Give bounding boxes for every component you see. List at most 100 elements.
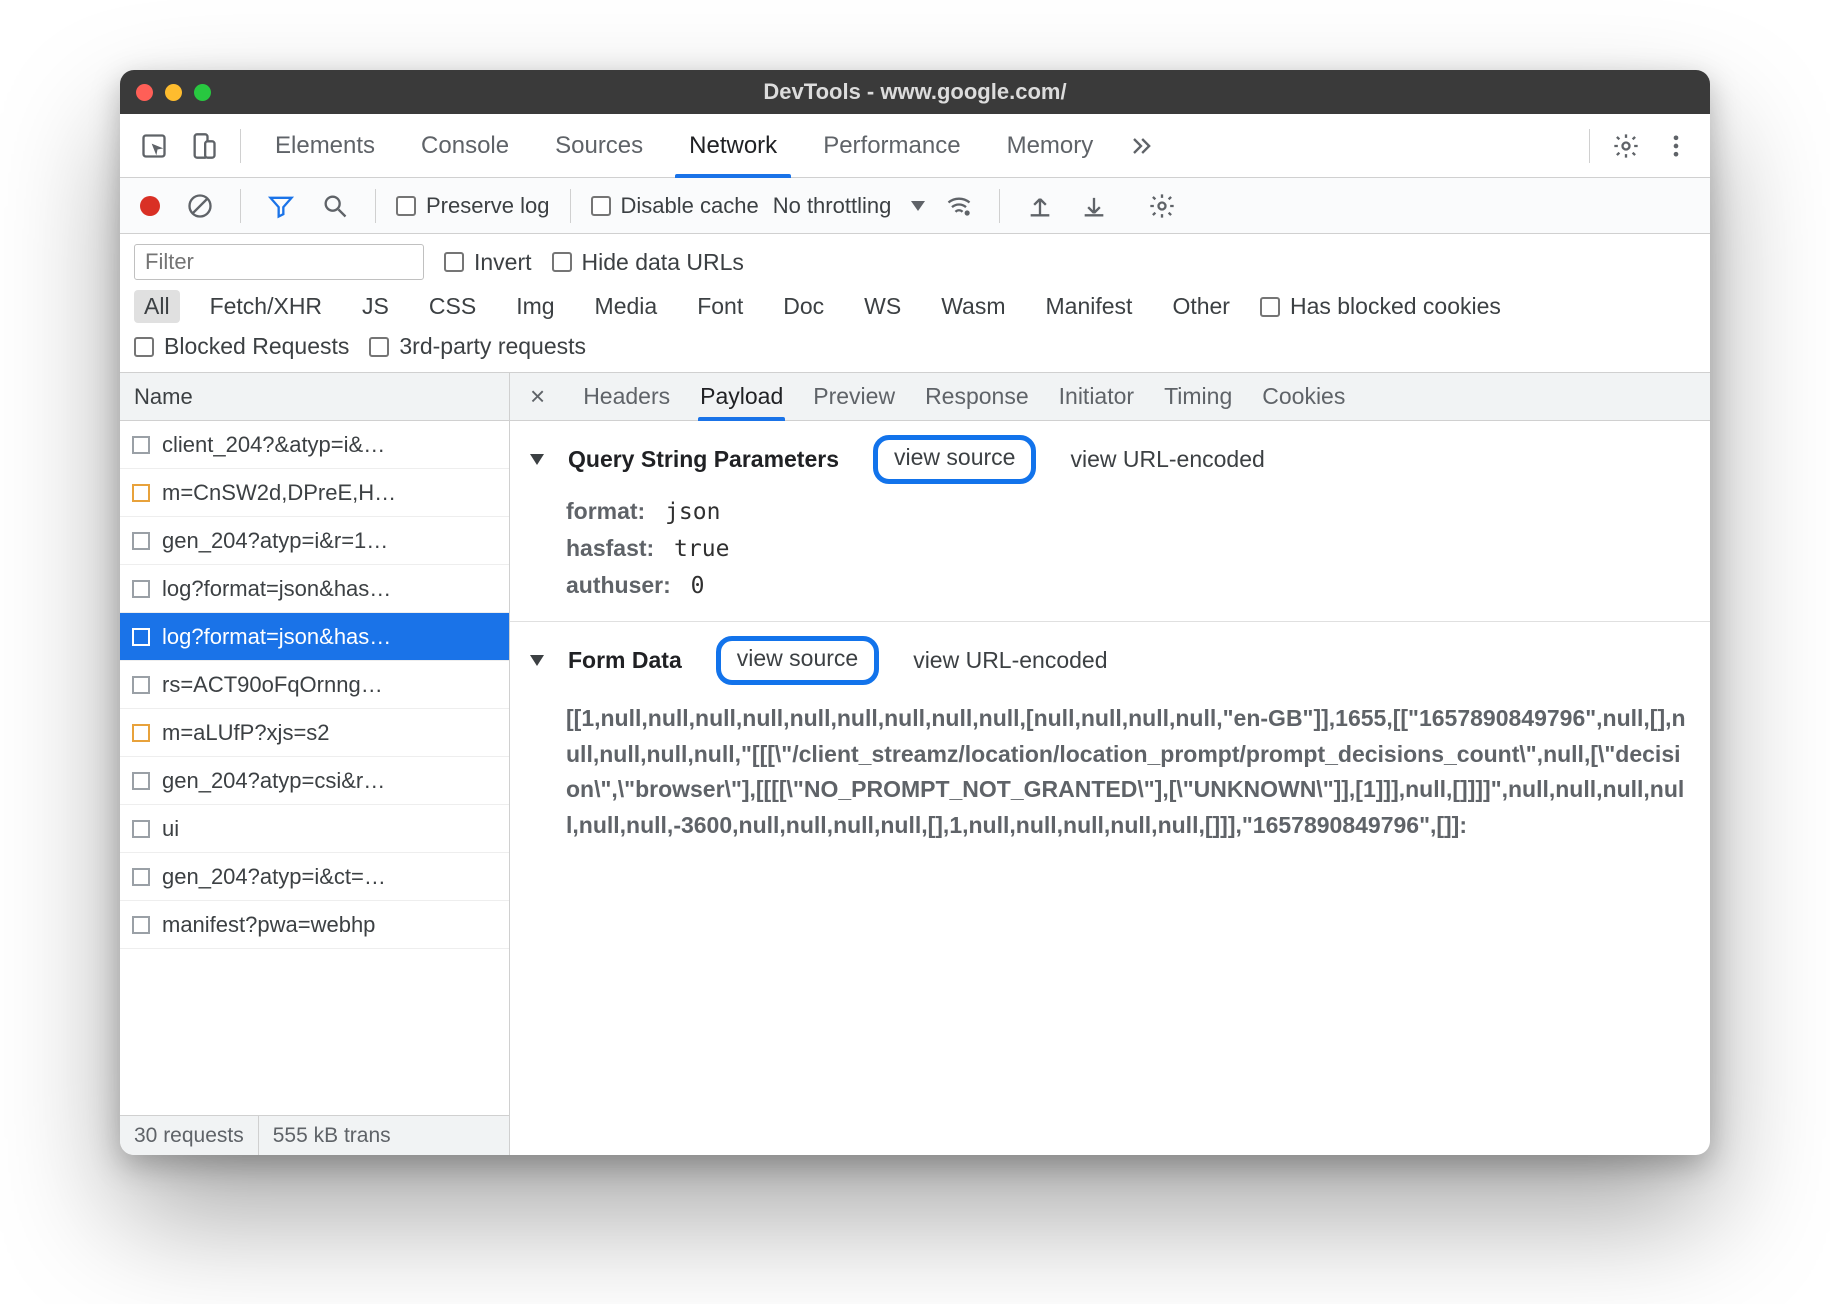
- preserve-log-checkbox[interactable]: Preserve log: [396, 193, 550, 219]
- inspect-element-icon[interactable]: [134, 126, 174, 166]
- request-row[interactable]: gen_204?atyp=i&ct=…: [120, 853, 509, 901]
- request-row[interactable]: m=CnSW2d,DPreE,H…: [120, 469, 509, 517]
- dtab-headers[interactable]: Headers: [583, 373, 670, 420]
- network-conditions-icon[interactable]: [939, 186, 979, 226]
- network-settings-gear-icon[interactable]: [1142, 186, 1182, 226]
- type-chip-doc[interactable]: Doc: [773, 290, 834, 323]
- has-blocked-cookies-checkbox[interactable]: Has blocked cookies: [1260, 293, 1501, 320]
- import-har-icon[interactable]: [1020, 186, 1060, 226]
- window-titlebar: DevTools - www.google.com/: [120, 70, 1710, 114]
- hide-data-urls-checkbox[interactable]: Hide data URLs: [552, 249, 744, 276]
- tab-elements[interactable]: Elements: [257, 114, 393, 177]
- tab-network[interactable]: Network: [671, 114, 795, 177]
- request-row[interactable]: log?format=json&has…: [120, 613, 509, 661]
- dtab-preview[interactable]: Preview: [813, 373, 895, 420]
- device-toolbar-icon[interactable]: [184, 126, 224, 166]
- request-row[interactable]: manifest?pwa=webhp: [120, 901, 509, 949]
- type-chip-manifest[interactable]: Manifest: [1036, 290, 1143, 323]
- zoom-window-button[interactable]: [194, 84, 211, 101]
- third-party-checkbox[interactable]: 3rd-party requests: [369, 333, 586, 360]
- param-key: format:: [566, 498, 645, 524]
- param-row: authuser: 0: [566, 572, 1690, 599]
- tab-performance[interactable]: Performance: [805, 114, 978, 177]
- type-chip-css[interactable]: CSS: [419, 290, 486, 323]
- dtab-initiator[interactable]: Initiator: [1059, 373, 1134, 420]
- type-chip-js[interactable]: JS: [352, 290, 399, 323]
- export-har-icon[interactable]: [1074, 186, 1114, 226]
- tab-console[interactable]: Console: [403, 114, 527, 177]
- network-toolbar: Preserve log Disable cache No throttling: [120, 178, 1710, 234]
- qsp-view-source-link[interactable]: view source: [873, 435, 1036, 484]
- qsp-title: Query String Parameters: [568, 446, 839, 473]
- type-chip-wasm[interactable]: Wasm: [931, 290, 1015, 323]
- settings-gear-icon[interactable]: [1606, 126, 1646, 166]
- request-row[interactable]: ui: [120, 805, 509, 853]
- type-chip-font[interactable]: Font: [687, 290, 753, 323]
- minimize-window-button[interactable]: [165, 84, 182, 101]
- file-type-icon: [132, 436, 150, 454]
- close-details-icon[interactable]: ×: [530, 381, 553, 412]
- request-row[interactable]: log?format=json&has…: [120, 565, 509, 613]
- file-type-icon: [132, 868, 150, 886]
- param-key: hasfast:: [566, 535, 654, 561]
- tab-memory[interactable]: Memory: [989, 114, 1112, 177]
- request-row[interactable]: client_204?&atyp=i&…: [120, 421, 509, 469]
- request-row[interactable]: gen_204?atyp=csi&r…: [120, 757, 509, 805]
- file-type-icon: [132, 484, 150, 502]
- search-icon[interactable]: [315, 186, 355, 226]
- dtab-timing[interactable]: Timing: [1164, 373, 1232, 420]
- section-form-data: Form Data view source view URL-encoded […: [510, 622, 1710, 866]
- request-name: m=aLUfP?xjs=s2: [162, 720, 330, 746]
- clear-icon[interactable]: [180, 186, 220, 226]
- panel-tabs: Elements Console Sources Network Perform…: [120, 114, 1710, 178]
- request-name: rs=ACT90oFqOrnng…: [162, 672, 383, 698]
- param-value: true: [654, 536, 729, 562]
- more-tabs-chevron-icon[interactable]: [1121, 126, 1161, 166]
- type-chip-media[interactable]: Media: [585, 290, 668, 323]
- kebab-menu-icon[interactable]: [1656, 126, 1696, 166]
- type-chip-fetch[interactable]: Fetch/XHR: [200, 290, 332, 323]
- request-list: Name client_204?&atyp=i&…m=CnSW2d,DPreE,…: [120, 373, 510, 1155]
- dtab-response[interactable]: Response: [925, 373, 1029, 420]
- filter-icon[interactable]: [261, 186, 301, 226]
- request-row[interactable]: m=aLUfP?xjs=s2: [120, 709, 509, 757]
- filter-bar: Invert Hide data URLs All Fetch/XHR JS C…: [120, 234, 1710, 373]
- file-type-icon: [132, 820, 150, 838]
- file-type-icon: [132, 772, 150, 790]
- param-value: json: [645, 499, 720, 525]
- dtab-cookies[interactable]: Cookies: [1262, 373, 1345, 420]
- file-type-icon: [132, 916, 150, 934]
- form-data-body: [[1,null,null,null,null,null,null,null,n…: [530, 701, 1690, 844]
- file-type-icon: [132, 724, 150, 742]
- form-view-url-encoded-link[interactable]: view URL-encoded: [913, 647, 1107, 674]
- throttling-select[interactable]: No throttling: [773, 193, 926, 219]
- status-transfer: 555 kB trans: [259, 1116, 405, 1155]
- qsp-view-url-encoded-link[interactable]: view URL-encoded: [1070, 446, 1264, 473]
- file-type-icon: [132, 580, 150, 598]
- invert-checkbox[interactable]: Invert: [444, 249, 532, 276]
- filter-input[interactable]: [134, 244, 424, 280]
- param-value: 0: [671, 573, 705, 599]
- form-data-title: Form Data: [568, 647, 682, 674]
- type-chip-all[interactable]: All: [134, 290, 180, 323]
- form-view-source-link[interactable]: view source: [716, 636, 879, 685]
- request-row[interactable]: rs=ACT90oFqOrnng…: [120, 661, 509, 709]
- type-chip-img[interactable]: Img: [506, 290, 564, 323]
- caret-down-icon[interactable]: [530, 655, 544, 666]
- type-chip-ws[interactable]: WS: [854, 290, 911, 323]
- param-key: authuser:: [566, 572, 671, 598]
- column-header-name[interactable]: Name: [120, 373, 509, 421]
- disable-cache-checkbox[interactable]: Disable cache: [591, 193, 759, 219]
- status-bar: 30 requests 555 kB trans: [120, 1115, 509, 1155]
- request-name: log?format=json&has…: [162, 624, 391, 650]
- chevron-down-icon: [911, 201, 925, 211]
- file-type-icon: [132, 532, 150, 550]
- caret-down-icon[interactable]: [530, 454, 544, 465]
- type-chip-other[interactable]: Other: [1162, 290, 1240, 323]
- blocked-requests-checkbox[interactable]: Blocked Requests: [134, 333, 349, 360]
- close-window-button[interactable]: [136, 84, 153, 101]
- request-row[interactable]: gen_204?atyp=i&r=1…: [120, 517, 509, 565]
- record-button[interactable]: [140, 196, 160, 216]
- tab-sources[interactable]: Sources: [537, 114, 661, 177]
- dtab-payload[interactable]: Payload: [700, 373, 783, 420]
